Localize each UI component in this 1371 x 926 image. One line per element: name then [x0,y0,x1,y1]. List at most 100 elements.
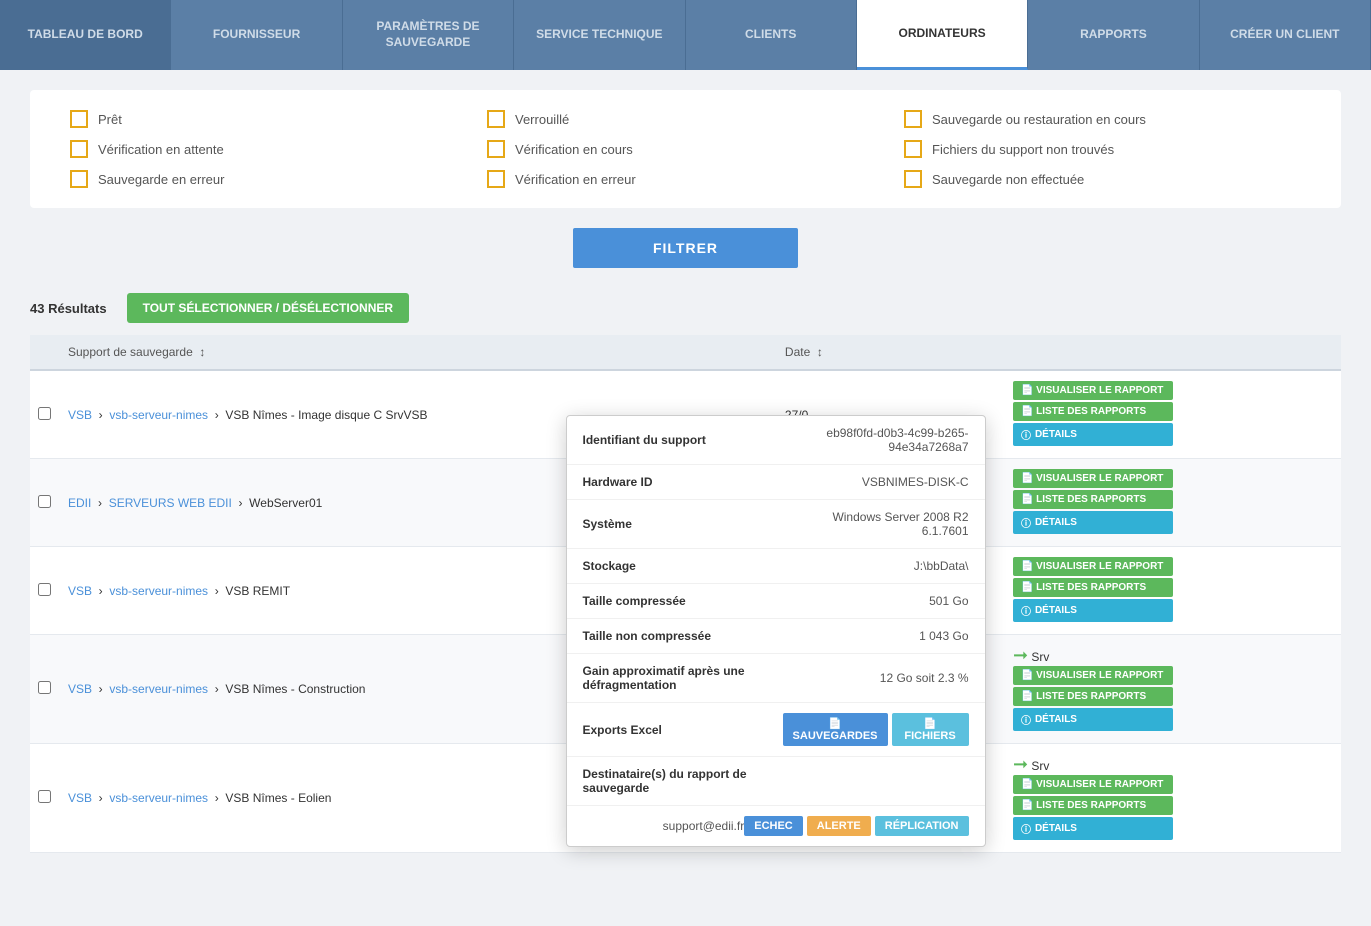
popup-replication-btn[interactable]: RÉPLICATION [875,816,969,836]
checkbox-verrouille[interactable] [487,110,505,128]
results-count: 43 Résultats [30,301,107,316]
nav-rapports[interactable]: RAPPORTS [1028,0,1199,70]
row5-liste-btn[interactable]: 📄 LISTE DES RAPPORTS [1013,796,1173,815]
row1-path-link-vsb[interactable]: VSB [68,408,92,422]
nav-service-technique[interactable]: SERVICE TECHNIQUE [514,0,685,70]
row5-details-btn[interactable]: ⓘ DÉTAILS [1013,817,1173,840]
popup-email: support@edii.fr [583,819,745,833]
row2-liste-btn[interactable]: 📄 LISTE DES RAPPORTS [1013,490,1173,509]
filter-fichiers-support[interactable]: Fichiers du support non trouvés [904,140,1301,158]
row3-path-link-vsb[interactable]: VSB [68,584,92,598]
popup-exports-sauvegardes-btn[interactable]: 📄 SAUVEGARDES [783,713,888,746]
select-all-button[interactable]: TOUT SÉLECTIONNER / DÉSÉLECTIONNER [127,293,409,323]
row4-details-btn[interactable]: ⓘ DÉTAILS [1013,708,1173,731]
row5-type: Srv [1031,759,1049,773]
row3-visualiser-btn[interactable]: 📄 VISUALISER LE RAPPORT [1013,557,1173,576]
nav-parametres-sauvegarde[interactable]: PARAMÈTRES DE SAUVEGARDE [343,0,514,70]
checkbox-sauvegarde-non-effectuee[interactable] [904,170,922,188]
col-support-header: Support de sauvegarde ↕ [60,335,777,370]
table-header-row: Support de sauvegarde ↕ Date ↕ [30,335,1341,370]
popup-row-gain: Gain approximatif après une défragmentat… [567,654,985,703]
row5-path-link-server[interactable]: vsb-serveur-nimes [109,791,208,805]
row4-visualiser-btn[interactable]: 📄 VISUALISER LE RAPPORT [1013,666,1173,685]
checkbox-verification-cours[interactable] [487,140,505,158]
row1-actions: 📄 VISUALISER LE RAPPORT 📄 LISTE DES RAPP… [1005,370,1341,459]
row4-liste-btn[interactable]: 📄 LISTE DES RAPPORTS [1013,687,1173,706]
filter-verification-erreur[interactable]: Vérification en erreur [487,170,884,188]
popup-value-gain: 12 Go soit 2.3 % [783,671,969,685]
row2-path-machine: WebServer01 [249,496,322,510]
popup-row-taille-compressee: Taille compressée 501 Go [567,584,985,619]
row4-path-link-vsb[interactable]: VSB [68,682,92,696]
row2-path-link-serveurs[interactable]: SERVEURS WEB EDII [109,496,232,510]
popup-label-taille-non-compressee: Taille non compressée [583,629,783,643]
row1-path-link-server[interactable]: vsb-serveur-nimes [109,408,208,422]
checkbox-fichiers-support[interactable] [904,140,922,158]
row4-path-machine: VSB Nîmes - Construction [225,682,365,696]
checkbox-verification-erreur[interactable] [487,170,505,188]
popup-row-systeme: Système Windows Server 2008 R2 6.1.7601 [567,500,985,549]
row1-visualiser-btn[interactable]: 📄 VISUALISER LE RAPPORT [1013,381,1173,400]
row3-check[interactable] [30,547,60,635]
nav-clients[interactable]: CLIENTS [686,0,857,70]
row4-path-link-server[interactable]: vsb-serveur-nimes [109,682,208,696]
row3-path-machine: VSB REMIT [225,584,290,598]
filter-sauvegarde-erreur[interactable]: Sauvegarde en erreur [70,170,467,188]
row3-path-link-server[interactable]: vsb-serveur-nimes [109,584,208,598]
filter-pret[interactable]: Prêt [70,110,467,128]
popup-label-taille-compressee: Taille compressée [583,594,783,608]
row1-check[interactable] [30,370,60,459]
row2-details-btn[interactable]: ⓘ DÉTAILS [1013,511,1173,534]
popup-value-taille-non-compressee: 1 043 Go [783,629,969,643]
checkbox-sauvegarde-restauration[interactable] [904,110,922,128]
row3-actions: 📄 VISUALISER LE RAPPORT 📄 LISTE DES RAPP… [1005,547,1341,635]
row4-check[interactable] [30,635,60,744]
row3-details-btn[interactable]: ⓘ DÉTAILS [1013,599,1173,622]
popup-label-systeme: Système [583,517,783,531]
popup-echec-btn[interactable]: ECHEC [744,816,803,836]
arrow-icon-2: ➞ [1013,754,1028,774]
popup-row-destinataires-header: Destinataire(s) du rapport de sauvegarde [567,757,985,806]
checkbox-pret[interactable] [70,110,88,128]
checkbox-sauvegarde-erreur[interactable] [70,170,88,188]
filter-verification-attente[interactable]: Vérification en attente [70,140,467,158]
row1-details-btn[interactable]: ⓘ DÉTAILS [1013,423,1173,446]
popup-label-hardware: Hardware ID [583,475,783,489]
popup-label-gain: Gain approximatif après une défragmentat… [583,664,783,692]
checkbox-verification-attente[interactable] [70,140,88,158]
row2-visualiser-btn[interactable]: 📄 VISUALISER LE RAPPORT [1013,469,1173,488]
nav-creer-un-client[interactable]: CRÉER UN CLIENT [1200,0,1371,70]
popup-exports-fichiers-btn[interactable]: 📄 FICHIERS [892,713,969,746]
nav-ordinateurs[interactable]: ORDINATEURS [857,0,1028,70]
row5-check[interactable] [30,744,60,853]
row5-path-link-vsb[interactable]: VSB [68,791,92,805]
popup-row-taille-non-compressee: Taille non compressée 1 043 Go [567,619,985,654]
popup-row-hardware: Hardware ID VSBNIMES-DISK-C [567,465,985,500]
filter-verification-cours[interactable]: Vérification en cours [487,140,884,158]
popup-value-stockage: J:\bbData\ [783,559,969,573]
row2-path-link-edii[interactable]: EDII [68,496,91,510]
filter-sauvegarde-restauration[interactable]: Sauvegarde ou restauration en cours [904,110,1301,128]
row3-liste-btn[interactable]: 📄 LISTE DES RAPPORTS [1013,578,1173,597]
filter-panel: Prêt Verrouillé Sauvegarde ou restaurati… [30,90,1341,208]
row2-check[interactable] [30,459,60,547]
filter-button[interactable]: FILTRER [573,228,798,268]
row1-liste-btn[interactable]: 📄 LISTE DES RAPPORTS [1013,402,1173,421]
row5-visualiser-btn[interactable]: 📄 VISUALISER LE RAPPORT [1013,775,1173,794]
filter-button-wrap: FILTRER [30,228,1341,268]
popup-label-stockage: Stockage [583,559,783,573]
popup-row-email: support@edii.fr ECHEC ALERTE RÉPLICATION [567,806,985,846]
nav-tableau-de-bord[interactable]: TABLEAU DE BORD [0,0,171,70]
nav-fournisseur[interactable]: FOURNISSEUR [171,0,342,70]
popup-row-stockage: Stockage J:\bbData\ [567,549,985,584]
popup-alerte-btn[interactable]: ALERTE [807,816,871,836]
filter-verrouille[interactable]: Verrouillé [487,110,884,128]
filter-sauvegarde-non-effectuee[interactable]: Sauvegarde non effectuée [904,170,1301,188]
row4-actions: ➞ Srv 📄 VISUALISER LE RAPPORT 📄 LISTE DE… [1005,635,1341,744]
popup-value-taille-compressee: 501 Go [783,594,969,608]
popup-label-exports: Exports Excel [583,723,783,737]
popup-value-identifiant: eb98f0fd-d0b3-4c99-b265-94e34a7268a7 [783,426,969,454]
popup-label-identifiant: Identifiant du support [583,433,783,447]
row4-type: Srv [1031,650,1049,664]
popup-value-systeme: Windows Server 2008 R2 6.1.7601 [783,510,969,538]
